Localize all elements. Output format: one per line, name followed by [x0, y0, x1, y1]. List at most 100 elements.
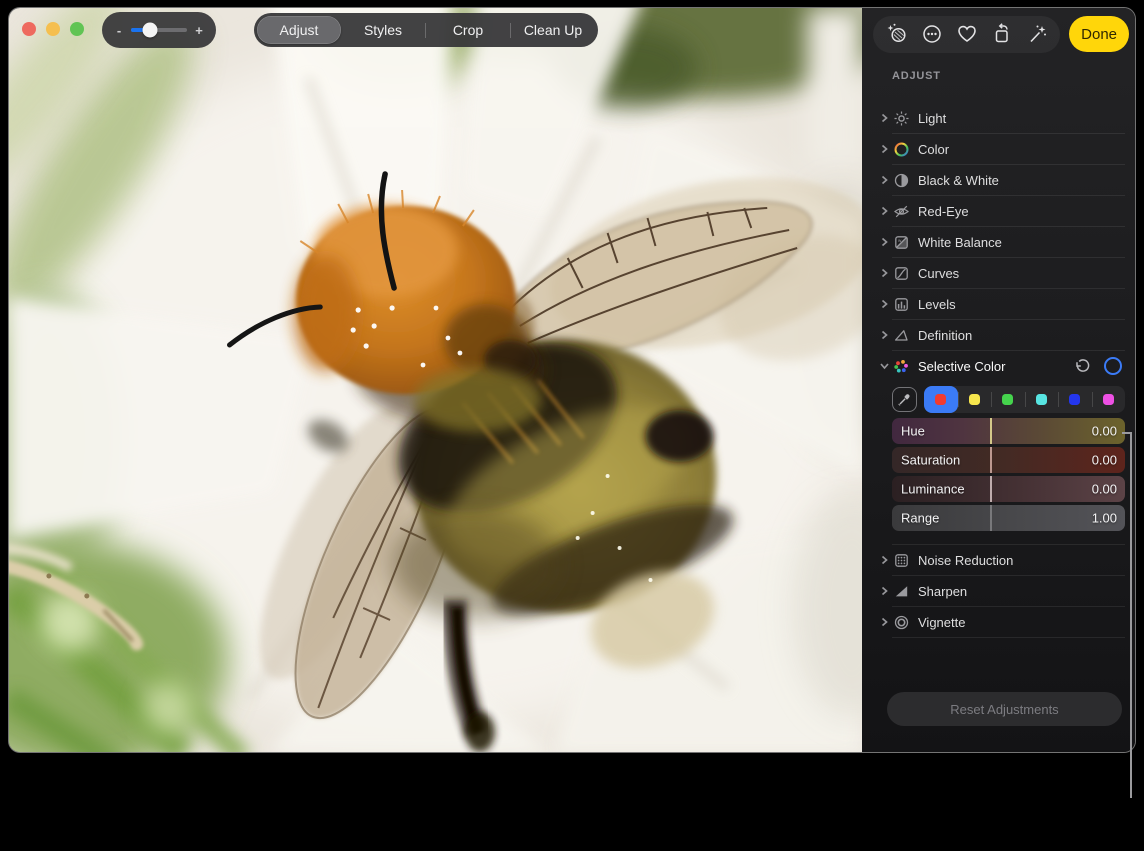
clean-up-button[interactable]	[879, 16, 914, 52]
hue-slider-marker[interactable]	[990, 418, 992, 444]
swatch-blue[interactable]	[1058, 386, 1092, 413]
slider-label: Hue	[901, 424, 925, 439]
selective-color-swatches	[892, 386, 1125, 413]
adjustments-list: Light Color	[862, 103, 1135, 531]
chevron-right-icon	[880, 268, 889, 278]
enabled-toggle[interactable]	[1104, 357, 1122, 375]
zoom-slider-thumb[interactable]	[143, 23, 158, 38]
slider-label: Luminance	[901, 482, 965, 497]
rotate-button[interactable]	[984, 16, 1019, 52]
cyan-swatch-dot	[1036, 394, 1047, 405]
minimize-button[interactable]	[46, 22, 60, 36]
swatch-red[interactable]	[924, 386, 958, 413]
adjustment-label: Definition	[918, 328, 972, 343]
luminance-slider[interactable]: Luminance 0.00	[892, 476, 1125, 502]
zoom-slider-track[interactable]	[131, 28, 187, 32]
zoom-out-icon[interactable]: -	[113, 24, 125, 37]
adjustment-label: Vignette	[918, 615, 965, 630]
white-balance-icon: w	[893, 234, 910, 251]
slider-label: Saturation	[901, 453, 960, 468]
adjustment-row-red-eye[interactable]: Red-Eye	[862, 196, 1135, 226]
adjustment-label: Curves	[918, 266, 959, 281]
adjustment-label: Red-Eye	[918, 204, 969, 219]
more-adjustments-list: Noise Reduction Sharpen Vignette	[862, 544, 1135, 638]
adjustment-label: White Balance	[918, 235, 1002, 250]
selective-color-sliders: Hue 0.00 Saturation 0.00 Luminance 0.00	[892, 418, 1125, 531]
zoom-slider[interactable]: - +	[102, 12, 216, 48]
swatch-magenta[interactable]	[1092, 386, 1126, 413]
adjustment-row-light[interactable]: Light	[862, 103, 1135, 133]
adjustment-row-vignette[interactable]: Vignette	[862, 607, 1135, 637]
saturation-slider[interactable]: Saturation 0.00	[892, 447, 1125, 473]
row-divider	[892, 637, 1125, 638]
adjustment-row-sharpen[interactable]: Sharpen	[862, 576, 1135, 606]
photo-canvas: - + Adjust Styles Crop Clean Up	[9, 8, 862, 752]
hue-slider-track	[892, 418, 1125, 444]
color-swatch-control	[924, 386, 1125, 413]
reset-adjustments-button[interactable]: Reset Adjustments	[887, 692, 1122, 726]
window-controls	[22, 22, 84, 36]
selective-color-icon	[893, 358, 910, 375]
done-button[interactable]: Done	[1069, 16, 1129, 52]
edit-mode-tabs: Adjust Styles Crop Clean Up	[254, 13, 598, 47]
zoom-in-icon[interactable]: +	[193, 24, 205, 37]
adjustment-label: Color	[918, 142, 949, 157]
saturation-slider-marker[interactable]	[990, 447, 992, 473]
chevron-right-icon	[880, 237, 889, 247]
hue-slider[interactable]: Hue 0.00	[892, 418, 1125, 444]
magenta-swatch-dot	[1103, 394, 1114, 405]
definition-icon	[893, 327, 910, 344]
swatch-yellow[interactable]	[958, 386, 992, 413]
adjustment-label: Sharpen	[918, 584, 967, 599]
slider-label: Range	[901, 511, 939, 526]
undo-icon	[1074, 358, 1091, 375]
range-slider-marker[interactable]	[990, 505, 992, 531]
luminance-slider-marker[interactable]	[990, 476, 992, 502]
help-figure: - + Adjust Styles Crop Clean Up	[0, 0, 1144, 851]
edit-toolbar-group	[873, 16, 1060, 53]
clean-up-icon	[885, 22, 909, 46]
bee-photo	[9, 8, 862, 752]
slider-value: 0.00	[1092, 482, 1117, 497]
adjust-sidebar: Done ADJUST Light	[862, 8, 1135, 752]
adjustment-label: Noise Reduction	[918, 553, 1013, 568]
adjustment-row-selective-color[interactable]: Selective Color	[862, 351, 1135, 381]
adjustment-row-levels[interactable]: Levels	[862, 289, 1135, 319]
curves-icon	[893, 265, 910, 282]
favorite-button[interactable]	[949, 16, 984, 52]
light-icon	[893, 110, 910, 127]
adjustment-row-black-white[interactable]: Black & White	[862, 165, 1135, 195]
tab-crop[interactable]: Crop	[426, 16, 510, 44]
adjust-section-title: ADJUST	[892, 70, 1135, 82]
range-slider[interactable]: Range 1.00	[892, 505, 1125, 531]
tab-styles[interactable]: Styles	[341, 16, 425, 44]
chevron-right-icon	[880, 113, 889, 123]
eyedropper-button[interactable]	[892, 387, 917, 412]
adjustment-row-definition[interactable]: Definition	[862, 320, 1135, 350]
red-swatch-dot	[935, 394, 946, 405]
adjustment-row-white-balance[interactable]: w White Balance	[862, 227, 1135, 257]
slider-value: 0.00	[1092, 424, 1117, 439]
chevron-right-icon	[880, 144, 889, 154]
adjustment-row-noise-reduction[interactable]: Noise Reduction	[862, 545, 1135, 575]
vignette-icon	[893, 614, 910, 631]
auto-enhance-button[interactable]	[1019, 16, 1054, 52]
adjustment-row-curves[interactable]: Curves	[862, 258, 1135, 288]
close-button[interactable]	[22, 22, 36, 36]
swatch-cyan[interactable]	[1025, 386, 1059, 413]
chevron-right-icon	[880, 330, 889, 340]
adjustment-row-color[interactable]: Color	[862, 134, 1135, 164]
magic-wand-icon	[1025, 22, 1049, 46]
tab-adjust[interactable]: Adjust	[257, 16, 341, 44]
photos-edit-window: - + Adjust Styles Crop Clean Up	[8, 7, 1136, 753]
swatch-green[interactable]	[991, 386, 1025, 413]
tab-clean-up[interactable]: Clean Up	[511, 16, 595, 44]
chevron-right-icon	[880, 617, 889, 627]
zoom-button[interactable]	[70, 22, 84, 36]
more-button[interactable]	[914, 16, 949, 52]
levels-icon	[893, 296, 910, 313]
undo-button[interactable]	[1074, 358, 1091, 375]
chevron-right-icon	[880, 555, 889, 565]
callout-line	[1130, 432, 1132, 798]
adjustment-label: Selective Color	[918, 359, 1005, 374]
